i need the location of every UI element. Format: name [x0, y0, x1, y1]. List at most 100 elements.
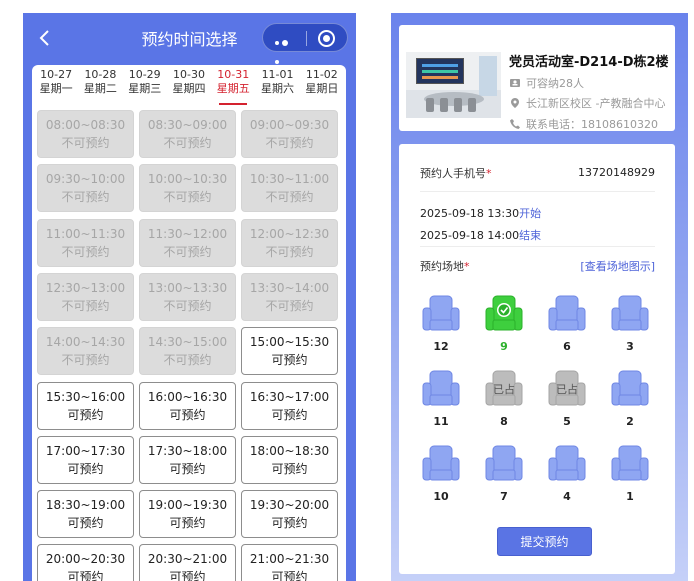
time-slot[interactable]: 16:30~17:00 可预约 — [241, 381, 338, 430]
room-phone: 联系电话：18108610320 — [509, 116, 658, 132]
date-tab-date: 10-30 — [173, 68, 205, 81]
time-slot-status: 不可预约 — [163, 353, 212, 368]
seat-1[interactable]: 1 — [610, 444, 650, 504]
date-tabs: 10-27 星期一 10-28 星期二 10-29 星期三 10-30 星期四 10-31 星期五… — [32, 65, 346, 109]
time-slot-status: 不可预约 — [265, 190, 314, 205]
seat-5: 已占 5 — [547, 369, 587, 429]
time-slot-time: 15:30~16:00 — [45, 389, 126, 404]
time-slot-time: 12:00~12:30 — [249, 226, 330, 241]
seat-8: 已占 8 — [484, 369, 524, 429]
time-slot: 11:00~11:30 不可预约 — [37, 218, 134, 267]
seat-icon — [548, 445, 586, 481]
time-slot[interactable]: 18:00~18:30 可预约 — [241, 435, 338, 484]
seat-occupied-label: 已占 — [493, 383, 515, 396]
date-tab-date: 11-02 — [305, 68, 338, 81]
time-slot[interactable]: 17:30~18:00 可预约 — [139, 435, 236, 484]
time-slot-time: 11:30~12:00 — [147, 226, 228, 241]
seat-2[interactable]: 2 — [610, 369, 650, 429]
time-slot-status: 可预约 — [169, 570, 206, 581]
time-slot: 12:30~13:00 不可预约 — [37, 272, 134, 321]
seat-number: 5 — [563, 415, 571, 428]
room-photo — [406, 52, 501, 118]
time-slot-time: 08:30~09:00 — [147, 118, 228, 132]
time-slot-status: 可预约 — [271, 461, 308, 476]
time-slot[interactable]: 19:30~20:00 可预约 — [241, 490, 338, 539]
date-tab[interactable]: 11-01 星期六 — [255, 65, 299, 109]
time-slot-time: 09:30~10:00 — [45, 172, 126, 187]
time-slot-time: 20:30~21:00 — [147, 552, 228, 567]
date-tab-date: 10-29 — [128, 68, 161, 81]
seat-number: 10 — [433, 490, 449, 503]
date-tab-weekday: 星期三 — [128, 82, 162, 95]
more-icon[interactable] — [275, 32, 297, 64]
time-slot-status: 不可预约 — [61, 298, 110, 313]
start-time-row[interactable]: 2025-09-18 13:30开始 — [420, 205, 655, 221]
seat-10[interactable]: 10 — [421, 444, 461, 504]
time-slot-time: 14:30~15:00 — [147, 335, 228, 350]
close-target-icon[interactable] — [318, 30, 335, 47]
time-slot-status: 可预约 — [271, 407, 308, 422]
nav-bar: 预约时间选择 — [23, 13, 356, 64]
time-slot: 12:00~12:30 不可预约 — [241, 218, 338, 267]
seat-icon — [548, 295, 586, 331]
submit-booking-button[interactable]: 提交预约 — [497, 527, 592, 556]
seat-11[interactable]: 11 — [421, 369, 461, 429]
seat-9[interactable]: 9 — [484, 294, 524, 354]
phone-value[interactable]: 13720148929 — [578, 166, 655, 179]
time-slot[interactable]: 20:30~21:00 可预约 — [139, 544, 236, 581]
time-slot[interactable]: 18:30~19:00 可预约 — [37, 490, 134, 539]
time-slot: 08:00~08:30 不可预约 — [37, 110, 134, 158]
time-slot-time: 20:00~20:30 — [45, 552, 126, 567]
time-slot-status: 不可预约 — [163, 244, 212, 259]
time-slot: 08:30~09:00 不可预约 — [139, 110, 236, 158]
seat-7[interactable]: 7 — [484, 444, 524, 504]
time-slot[interactable]: 20:00~20:30 可预约 — [37, 544, 134, 581]
room-info-card: 党员活动室-D214-D栋2楼 可容纳28人 长江新区校区 -产教融合中心 联系… — [399, 25, 675, 131]
seat-number: 2 — [626, 415, 634, 428]
start-label: 开始 — [519, 207, 542, 220]
seat-icon — [611, 295, 649, 331]
time-slot[interactable]: 15:30~16:00 可预约 — [37, 381, 134, 430]
time-slot-time: 08:00~08:30 — [45, 118, 126, 132]
time-slot: 11:30~12:00 不可预约 — [139, 218, 236, 267]
date-tab-weekday: 星期二 — [83, 82, 117, 95]
time-slot: 10:00~10:30 不可预约 — [139, 164, 236, 213]
time-slot[interactable]: 16:00~16:30 可预约 — [139, 381, 236, 430]
seat-6[interactable]: 6 — [547, 294, 587, 354]
seat-3[interactable]: 3 — [610, 294, 650, 354]
seat-icon — [485, 295, 523, 331]
time-slot-status: 不可预约 — [265, 244, 314, 259]
time-slot[interactable]: 15:00~15:30 可预约 — [241, 327, 338, 376]
date-tab-date: 10-28 — [84, 68, 117, 81]
phone-row: 预约人手机号* 13720148929 — [420, 166, 655, 180]
time-slot-time: 09:00~09:30 — [249, 118, 330, 132]
date-tab[interactable]: 11-02 星期日 — [300, 65, 344, 109]
time-slot: 14:00~14:30 不可预约 — [37, 327, 134, 376]
time-slot-time: 17:30~18:00 — [147, 443, 228, 458]
time-slot-status: 不可预约 — [265, 136, 314, 150]
view-venue-diagram-link[interactable]: [查看场地图示] — [580, 258, 655, 274]
seat-12[interactable]: 12 — [421, 294, 461, 354]
end-time-row[interactable]: 2025-09-18 14:00结束 — [420, 227, 655, 243]
date-tab-date: 10-31 — [217, 68, 250, 81]
time-slot-status: 可预约 — [67, 516, 104, 531]
date-tab[interactable]: 10-30 星期四 — [167, 65, 211, 109]
date-tab[interactable]: 10-28 星期二 — [78, 65, 122, 109]
time-slot-time: 13:00~13:30 — [147, 280, 228, 295]
time-slot-time: 19:30~20:00 — [249, 498, 330, 513]
time-slot[interactable]: 17:00~17:30 可预约 — [37, 435, 134, 484]
time-slot[interactable]: 19:00~19:30 可预约 — [139, 490, 236, 539]
time-slot-status: 不可预约 — [163, 298, 212, 313]
time-slot[interactable]: 21:00~21:30 可预约 — [241, 544, 338, 581]
venue-row: 预约场地* [查看场地图示] — [420, 258, 655, 274]
date-tab-date: 10-27 — [40, 68, 73, 81]
time-slot-status: 可预约 — [169, 407, 206, 422]
date-tab[interactable]: 10-27 星期一 — [34, 65, 78, 109]
seat-4[interactable]: 4 — [547, 444, 587, 504]
seat-number: 11 — [433, 415, 449, 428]
date-tab[interactable]: 10-31 星期五 — [211, 65, 255, 109]
time-slot-status: 不可预约 — [61, 190, 110, 205]
time-slot-time: 16:30~17:00 — [249, 389, 330, 404]
location-pin-icon — [511, 98, 519, 108]
date-tab[interactable]: 10-29 星期三 — [123, 65, 167, 109]
